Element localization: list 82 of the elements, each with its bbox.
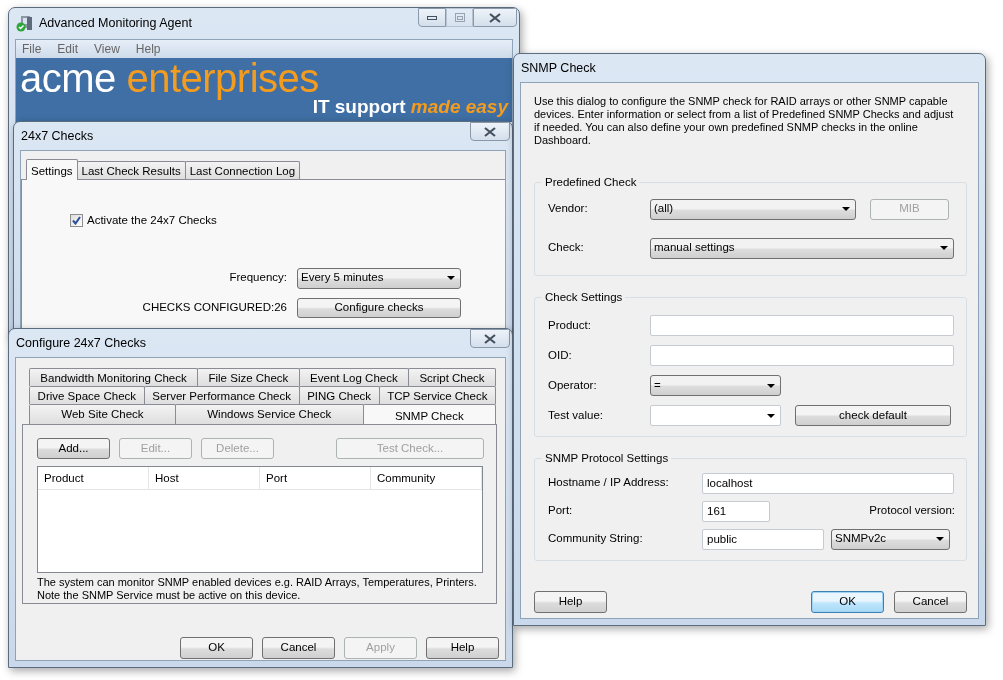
window-title: Configure 24x7 Checks	[16, 335, 147, 351]
close-button[interactable]	[473, 8, 517, 27]
dialog-button[interactable]: Cancel	[894, 590, 967, 613]
group-title: SNMP Protocol Settings	[544, 453, 670, 465]
configure-checks-button[interactable]: Configure checks	[297, 297, 461, 318]
computer-icon	[16, 14, 33, 32]
field-label: Test value:	[548, 408, 604, 423]
caret-icon	[767, 413, 775, 418]
check-default-button[interactable]: check default	[795, 405, 951, 426]
note-text: The system can monitor SNMP enabled devices e.g. RAID Arrays, Temperatures, Printers. Note the SNMP Service must be active on this device.	[37, 576, 478, 602]
caret-icon	[940, 246, 948, 250]
field-label: OID:	[548, 348, 573, 363]
vendor-dropdown[interactable]: (all)	[650, 198, 856, 220]
checkmark-icon	[72, 216, 81, 226]
tab[interactable]: Event Log Check	[298, 368, 410, 386]
dialog-button[interactable]: OK	[180, 637, 253, 659]
column-header[interactable]: Community	[371, 467, 482, 489]
caret-icon	[447, 276, 455, 281]
group-title: Predefined Check	[544, 177, 638, 189]
field-label: Community String:	[548, 532, 644, 546]
dialog-button[interactable]: Help	[426, 637, 499, 659]
tab[interactable]: Windows Service Check	[174, 404, 364, 424]
window-title: SNMP Check	[521, 60, 597, 76]
menu-item[interactable]: Edit	[57, 41, 79, 57]
tab[interactable]: Script Check	[408, 368, 496, 386]
dialog-button[interactable]: OK	[811, 590, 884, 613]
tab[interactable]: Last Connection Log	[184, 161, 301, 179]
frequency-dropdown[interactable]: Every 5 minutes	[297, 267, 461, 289]
action-button[interactable]: Add...	[37, 438, 110, 459]
tab[interactable]: Drive Space Check	[29, 386, 145, 404]
tab[interactable]: TCP Service Check	[378, 386, 496, 404]
window-title: Advanced Monitoring Agent	[39, 15, 193, 31]
dialog-button[interactable]: Cancel	[262, 637, 335, 659]
caret-icon	[767, 383, 775, 388]
tab[interactable]: Bandwidth Monitoring Check	[29, 368, 199, 386]
tab[interactable]: Web Site Check	[29, 404, 176, 424]
field-label: Operator:	[548, 378, 598, 393]
minimize-icon	[427, 14, 437, 21]
column-header[interactable]: Port	[260, 467, 371, 489]
close-icon	[484, 333, 496, 344]
checks-count: CHECKS CONFIGURED:26	[141, 300, 287, 315]
column-header[interactable]: Product	[38, 467, 149, 489]
field-label: Vendor:	[548, 202, 589, 216]
minimize-button[interactable]	[418, 8, 446, 27]
field-label: Product:	[548, 318, 592, 333]
tab[interactable]: File Size Check	[197, 368, 300, 386]
menu-item[interactable]: Help	[135, 41, 161, 57]
tagline: made easy	[410, 96, 508, 117]
field-label: Port:	[548, 504, 574, 518]
close-icon	[484, 126, 496, 137]
caret-icon	[842, 207, 850, 211]
maximize-icon	[454, 13, 465, 22]
oid-field[interactable]	[650, 345, 954, 366]
intro-text: Use this dialog to configure the SNMP check for RAID arrays or other SNMP capable devices. Enter information or select from a list of Predefined SNMP Checks and adjust if needed. You can also define your own predefined SNMP checks in the online Dashboard.	[534, 95, 955, 147]
field-label: Hostname / IP Address:	[548, 476, 670, 490]
menu-item[interactable]: View	[94, 41, 120, 57]
brand-name: acme	[20, 56, 116, 100]
close-button[interactable]	[470, 329, 510, 348]
checkbox[interactable]	[70, 214, 83, 228]
version-dropdown[interactable]: SNMPv2c	[831, 528, 950, 550]
window-title: 24x7 Checks	[21, 128, 95, 144]
tab[interactable]: PING Check	[298, 386, 380, 404]
check-dropdown[interactable]: manual settings	[650, 237, 954, 259]
community-field[interactable]: public	[702, 528, 824, 550]
tab[interactable]: Server Performance Check	[143, 386, 300, 404]
close-button[interactable]	[470, 122, 510, 141]
field-label: Check:	[548, 241, 585, 255]
menu-item[interactable]: File	[22, 41, 42, 57]
column-header[interactable]: Host	[149, 467, 260, 489]
tab[interactable]: Settings	[26, 159, 78, 180]
operator-dropdown[interactable]: =	[650, 375, 781, 396]
field-label: Frequency:	[228, 271, 287, 286]
product-field[interactable]	[650, 315, 954, 336]
tab[interactable]: Last Check Results	[76, 161, 186, 179]
caret-icon	[936, 537, 944, 541]
hostname-field[interactable]: localhost	[702, 472, 954, 494]
checkbox-label: Activate the 24x7 Checks	[87, 214, 217, 228]
port-field[interactable]: 161	[702, 500, 770, 522]
field-label: Protocol version:	[869, 504, 955, 518]
dialog-button[interactable]: Help	[534, 590, 607, 613]
close-icon	[489, 12, 501, 23]
group-title: Check Settings	[544, 291, 624, 303]
